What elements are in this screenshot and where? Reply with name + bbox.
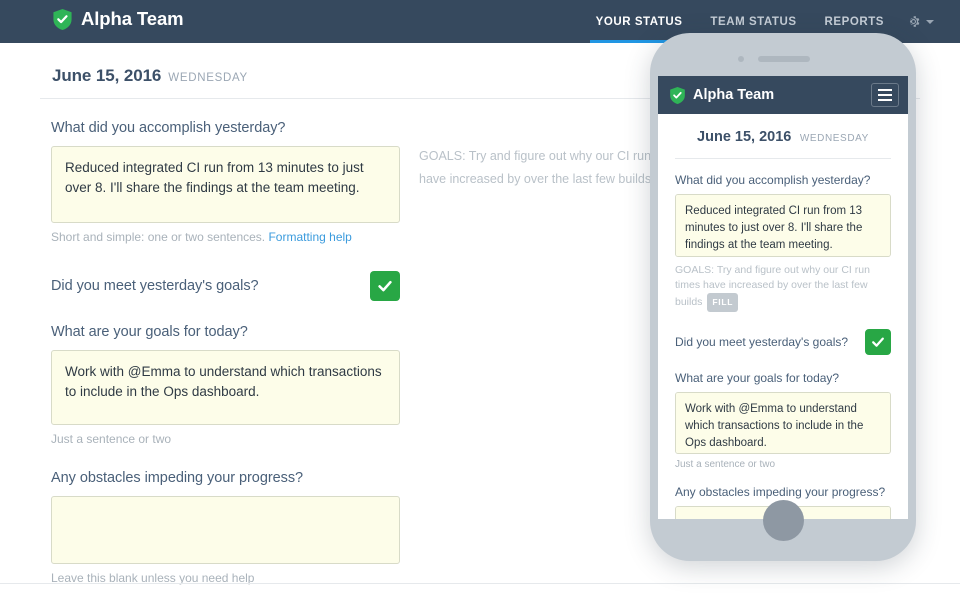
phone-goals-today-input[interactable] [675,392,891,454]
phone-question-1-label: What did you accomplish yesterday? [675,173,871,187]
phone-date-main: June 15, 2016 [697,129,792,145]
phone-date-header: June 15, 2016 WEDNESDAY [658,114,908,146]
phone-met-goals-checkbox[interactable] [865,329,891,355]
phone-accomplished-yesterday-input[interactable] [675,194,891,257]
phone-goals-note-prefix: GOALS: [675,264,715,276]
checkmark-icon [872,337,884,347]
nav-item-label: REPORTS [824,15,884,28]
met-goals-checkbox[interactable] [370,271,400,301]
chevron-down-icon [926,19,934,24]
question-1-hint-text: Short and simple: one or two sentences. [51,230,266,244]
brand[interactable]: Alpha Team [52,8,184,31]
phone-screen: Alpha Team June 15, 2016 WEDNESDAY What … [658,76,908,519]
phone-mockup: Alpha Team June 15, 2016 WEDNESDAY What … [650,33,916,561]
phone-date-day-of-week: WEDNESDAY [799,133,869,144]
question-1-hint: Short and simple: one or two sentences. … [51,230,400,244]
checkmark-icon [378,280,392,292]
phone-question-3-hint: Just a sentence or two [675,459,776,470]
question-1-label: What did you accomplish yesterday? [51,120,286,136]
question-2-label: Did you meet yesterday's goals? [51,278,259,294]
phone-fill-badge[interactable]: FILL [707,293,739,312]
phone-question-3-label: What are your goals for today? [675,371,840,385]
gear-icon [910,16,920,27]
nav-item-label: TEAM STATUS [710,15,797,28]
home-button-icon[interactable] [763,500,804,541]
formatting-help-link[interactable]: Formatting help [268,230,351,244]
date-main: June 15, 2016 [52,66,162,85]
status-form: What did you accomplish yesterday? Short… [51,120,400,585]
settings-menu-button[interactable] [898,0,944,43]
shield-check-icon [53,9,72,30]
phone-question-4-label: Any obstacles impeding your progress? [675,485,886,499]
goals-note-prefix: GOALS: [419,149,466,163]
question-3-hint: Just a sentence or two [51,432,172,446]
phone-brand-name: Alpha Team [693,86,775,103]
date-header: June 15, 2016 WEDNESDAY [52,66,248,86]
phone-brand[interactable]: Alpha Team [669,86,774,105]
accomplished-yesterday-input[interactable] [51,146,400,223]
question-3-label: What are your goals for today? [51,324,248,340]
nav-item-label: YOUR STATUS [595,15,683,28]
goals-today-input[interactable] [51,350,400,425]
question-4-label: Any obstacles impeding your progress? [51,470,304,486]
front-camera-icon [738,56,744,62]
phone-question-2-label: Did you meet yesterday's goals? [675,335,849,349]
earpiece-speaker-icon [758,56,810,62]
hamburger-menu-icon[interactable] [871,83,899,107]
footer-divider [0,583,960,584]
phone-top-bar: Alpha Team [658,76,908,114]
date-day-of-week: WEDNESDAY [168,72,248,84]
question-2-row: Did you meet yesterday's goals? [51,271,400,301]
phone-goals-note: GOALS: Try and figure out why our CI run… [675,263,891,312]
obstacles-input[interactable] [51,496,400,564]
brand-name: Alpha Team [81,8,184,30]
shield-check-icon [670,86,685,104]
phone-question-2-row: Did you meet yesterday's goals? [675,329,891,355]
phone-status-form: What did you accomplish yesterday? GOALS… [658,159,908,519]
